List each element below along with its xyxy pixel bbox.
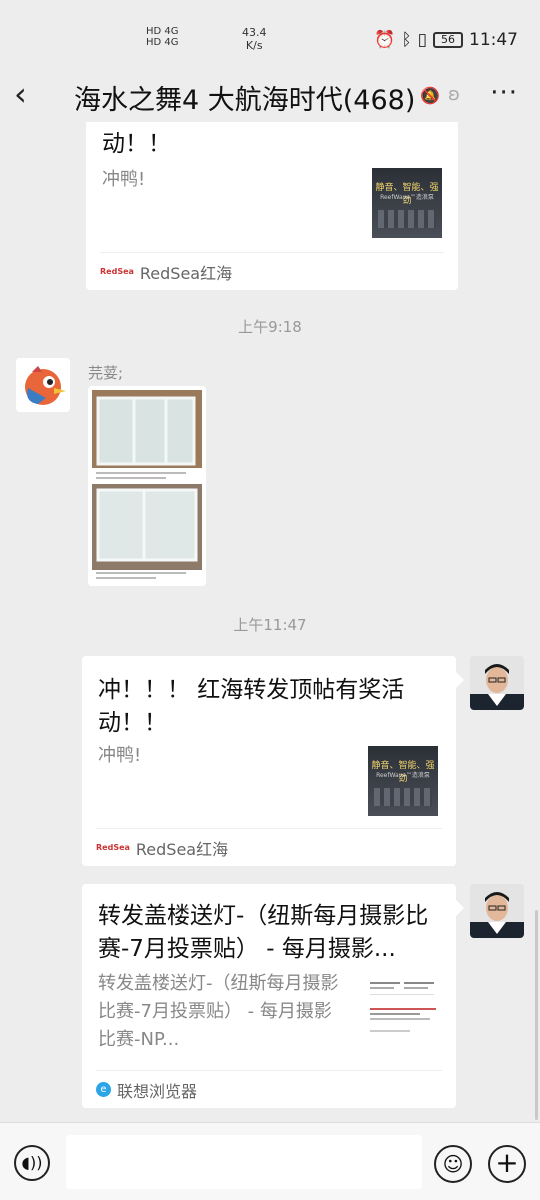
link-card-source: RedSea RedSea红海 bbox=[96, 828, 442, 866]
voice-icon[interactable]: ◖)) bbox=[14, 1145, 50, 1181]
avatar[interactable] bbox=[470, 884, 524, 938]
chat-header: ‹ 海水之舞4 大航海时代(468) 🔕 ʚ ··· bbox=[0, 70, 540, 122]
link-card-thumbnail: 静音、智能、强劲 ReefWave™造浪泵 bbox=[372, 168, 442, 238]
redsea-logo-icon: RedSea bbox=[100, 267, 134, 276]
link-card-desc: 冲鸭! bbox=[98, 745, 142, 766]
link-card-title: 转发盖楼送灯-（纽斯每月摄影比赛-7月投票贴） - 每月摄影... bbox=[98, 903, 429, 962]
scrollbar[interactable] bbox=[535, 910, 538, 1120]
avatar[interactable] bbox=[470, 656, 524, 710]
link-card-thumbnail: 静音、智能、强劲 ReefWave™造浪泵 bbox=[368, 746, 438, 816]
image-message[interactable] bbox=[88, 386, 206, 586]
emoji-icon[interactable]: ☺ bbox=[434, 1145, 472, 1183]
timestamp: 上午11:47 bbox=[233, 616, 307, 634]
link-card[interactable]: 冲！！！ 红海转发顶帖有奖活动！！ 冲鸭! 静音、智能、强劲 ReefWave™… bbox=[82, 656, 456, 866]
link-card-desc: 转发盖楼送灯-（纽斯每月摄影比赛-7月投票贴） - 每月摄影比赛-NP... bbox=[98, 973, 339, 1050]
status-bar: HD 4G HD 4G 43.4 K/s ⏰ ᛒ ▯ 56 11:47 bbox=[0, 0, 540, 70]
vibrate-icon: ▯ bbox=[417, 30, 427, 50]
earpiece-icon: ʚ bbox=[448, 84, 460, 105]
link-card[interactable]: 动！！ 冲鸭! 静音、智能、强劲 ReefWave™造浪泵 RedSea Red… bbox=[86, 122, 458, 290]
link-card-source: RedSea RedSea红海 bbox=[100, 252, 444, 290]
chat-title: 海水之舞4 大航海时代(468) bbox=[74, 85, 416, 116]
browser-logo-icon: e bbox=[96, 1082, 111, 1097]
mute-bell-icon: 🔕 bbox=[420, 86, 440, 105]
link-card-title: 冲！！！ 红海转发顶帖有奖活动！！ bbox=[98, 677, 405, 736]
link-card[interactable]: 转发盖楼送灯-（纽斯每月摄影比赛-7月投票贴） - 每月摄影... 转发盖楼送灯… bbox=[82, 884, 456, 1108]
bluetooth-icon: ᛒ bbox=[401, 30, 412, 50]
timestamp: 上午9:18 bbox=[238, 318, 302, 336]
redsea-logo-icon: RedSea bbox=[96, 843, 130, 852]
more-options-button[interactable]: ··· bbox=[490, 78, 518, 108]
chat-area[interactable]: 动！！ 冲鸭! 静音、智能、强劲 ReefWave™造浪泵 RedSea Red… bbox=[0, 122, 540, 1122]
sender-name: 芫荽; bbox=[88, 364, 124, 382]
link-card-thumbnail bbox=[368, 978, 438, 1048]
plus-icon[interactable]: + bbox=[488, 1145, 526, 1183]
battery-icon: 56 bbox=[433, 32, 463, 48]
status-right: ⏰ ᛒ ▯ 56 11:47 bbox=[374, 30, 518, 50]
back-arrow-icon[interactable]: ‹ bbox=[14, 78, 46, 110]
network-speed: 43.4 K/s bbox=[242, 26, 267, 52]
link-card-desc: 冲鸭! bbox=[102, 169, 146, 190]
clock: 11:47 bbox=[469, 30, 518, 50]
input-bar: ◖)) ☺ + bbox=[0, 1122, 540, 1200]
network-indicator: HD 4G HD 4G bbox=[146, 26, 179, 48]
link-card-title: 动！！ bbox=[102, 131, 171, 157]
link-card-source: e 联想浏览器 bbox=[96, 1070, 442, 1108]
message-input[interactable] bbox=[66, 1135, 422, 1189]
alarm-icon: ⏰ bbox=[374, 30, 396, 50]
avatar[interactable] bbox=[16, 358, 70, 412]
